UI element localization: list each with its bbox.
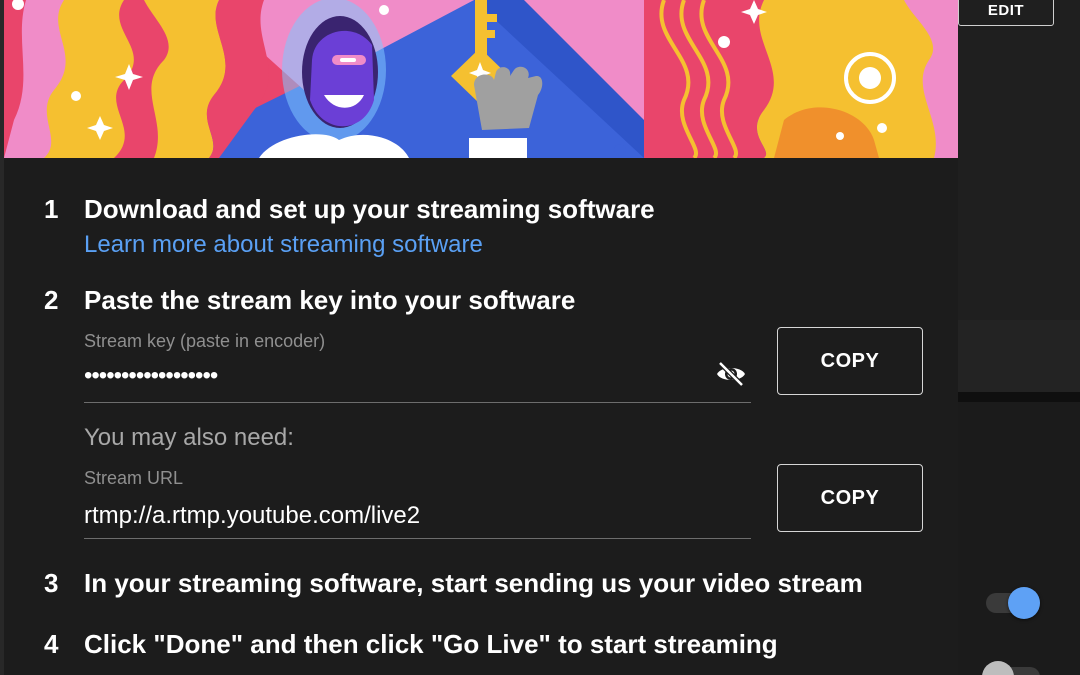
toggle-switch-on[interactable]	[982, 582, 1042, 619]
stream-key-underline	[84, 402, 751, 403]
learn-more-streaming-software-link[interactable]: Learn more about streaming software	[84, 231, 483, 259]
you-may-also-need-label: You may also need:	[84, 424, 294, 451]
stream-key-label: Stream key (paste in encoder)	[84, 331, 326, 351]
step-title-done-go-live: Click "Done" and then click "Go Live" to…	[84, 629, 778, 659]
stream-key-input[interactable]: ••••••••••••••••••	[84, 362, 218, 390]
stream-url-underline	[84, 538, 751, 539]
step-title-paste-stream-key: Paste the stream key into your software	[84, 285, 576, 315]
step-number-1: 1	[44, 194, 59, 224]
astronaut-key-illustration	[4, 0, 958, 158]
toggle-switch-off[interactable]	[982, 656, 1042, 675]
edit-button[interactable]: EDIT	[958, 0, 1054, 26]
step-title-download-software: Download and set up your streaming softw…	[84, 194, 655, 224]
stream-url-input[interactable]: rtmp://a.rtmp.youtube.com/live2	[84, 502, 420, 530]
step-title-start-sending-stream: In your streaming software, start sendin…	[84, 568, 863, 598]
eye-off-icon[interactable]	[712, 355, 750, 393]
illustration-banner	[4, 0, 958, 158]
step-number-3: 3	[44, 568, 59, 598]
step-number-4: 4	[44, 629, 59, 659]
stream-setup-dialog: 1 Download and set up your streaming sof…	[4, 0, 958, 675]
copy-stream-key-button[interactable]: COPY	[777, 327, 923, 395]
copy-stream-url-button[interactable]: COPY	[777, 464, 923, 532]
background-page-right	[958, 0, 1080, 675]
step-number-2: 2	[44, 285, 59, 315]
stream-url-label: Stream URL	[84, 468, 184, 488]
